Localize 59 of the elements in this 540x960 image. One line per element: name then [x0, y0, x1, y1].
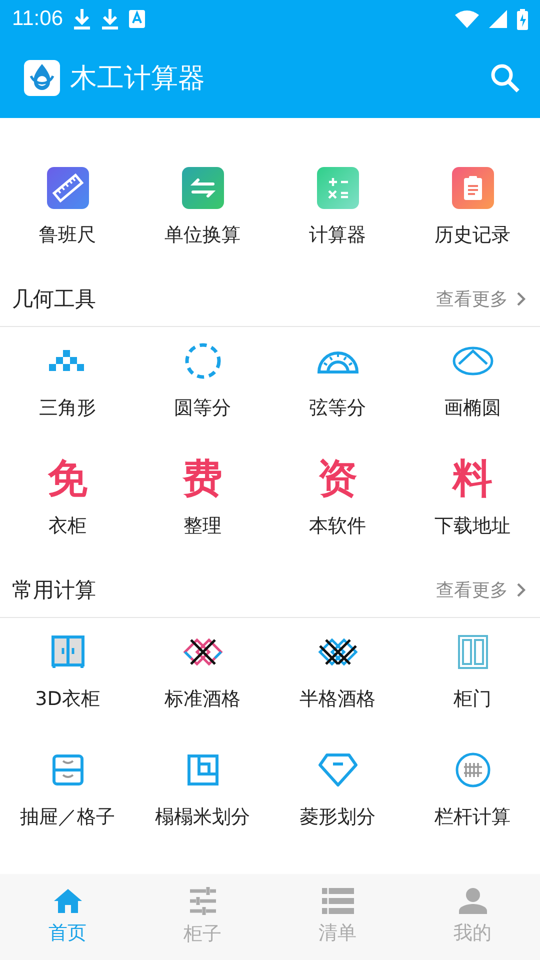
glyph-icon[interactable]: 免: [48, 455, 88, 503]
status-time: 11:06: [12, 7, 63, 31]
cabinet-door-icon: [458, 635, 488, 669]
tool-label[interactable]: 圆等分: [174, 395, 231, 421]
tool-label[interactable]: 衣柜: [48, 513, 86, 539]
tool-label[interactable]: 弦等分: [309, 395, 366, 421]
tool-label[interactable]: 柜门: [454, 686, 492, 712]
sliders-icon: [188, 887, 218, 915]
download-icon: [101, 8, 119, 30]
chevron-right-icon: [516, 582, 526, 598]
section-title: 几何工具: [12, 286, 97, 313]
glyph-icon[interactable]: 料: [452, 455, 492, 503]
search-icon[interactable]: [490, 63, 520, 93]
arrows-icon: [182, 167, 224, 209]
lattice-icon: [318, 638, 358, 666]
tool-label[interactable]: 整理: [184, 513, 222, 539]
railing-icon: [454, 752, 490, 788]
tool-label[interactable]: 三角形: [39, 395, 96, 421]
glyph-icon[interactable]: 资: [318, 455, 358, 503]
tool-label[interactable]: 历史记录: [434, 222, 510, 248]
app-title: 木工计算器: [70, 62, 206, 96]
tool-label[interactable]: 标准酒格: [164, 686, 240, 712]
ellipse-icon: [452, 346, 494, 376]
tool-label[interactable]: 下载地址: [434, 513, 510, 539]
person-icon: [458, 888, 486, 914]
list-icon: [322, 888, 354, 914]
tool-label[interactable]: 单位换算: [164, 222, 240, 248]
clipboard-icon: [452, 167, 494, 209]
tool-label[interactable]: 榻榻米划分: [155, 804, 250, 830]
tool-label[interactable]: 3D衣柜: [35, 686, 100, 712]
chevron-right-icon: [516, 291, 526, 307]
tool-label[interactable]: 抽屉／格子: [20, 804, 115, 830]
section-title: 常用计算: [12, 577, 97, 604]
wardrobe-icon: [50, 635, 84, 669]
glyph-icon[interactable]: 费: [182, 455, 222, 503]
tool-label[interactable]: 计算器: [309, 222, 366, 248]
signal-icon: [489, 10, 507, 28]
lattice-icon: [182, 638, 222, 666]
home-icon: [52, 888, 82, 914]
download-icon: [73, 8, 91, 30]
diamond-icon: [318, 753, 358, 787]
tool-label[interactable]: 栏杆计算: [434, 804, 510, 830]
tool-label[interactable]: 菱形划分: [300, 804, 376, 830]
wifi-icon: [455, 10, 479, 28]
calculator-icon: [316, 167, 358, 209]
more-link[interactable]: 查看更多: [436, 287, 526, 311]
app-logo-icon: [24, 60, 60, 96]
tool-label[interactable]: 本软件: [309, 513, 366, 539]
tool-label[interactable]: 画椭圆: [444, 395, 501, 421]
tool-label[interactable]: 半格酒格: [300, 686, 376, 712]
more-link[interactable]: 查看更多: [436, 578, 526, 602]
tool-label[interactable]: 鲁班尺: [39, 222, 96, 248]
pixel-triangle-icon: [48, 350, 86, 372]
drawer-icon: [52, 754, 84, 786]
battery-icon: [517, 8, 528, 30]
tatami-grid-icon: [186, 754, 218, 786]
ruler-icon: [46, 167, 88, 209]
dashed-circle-icon: [184, 342, 222, 380]
keyboard-icon: [129, 10, 145, 28]
